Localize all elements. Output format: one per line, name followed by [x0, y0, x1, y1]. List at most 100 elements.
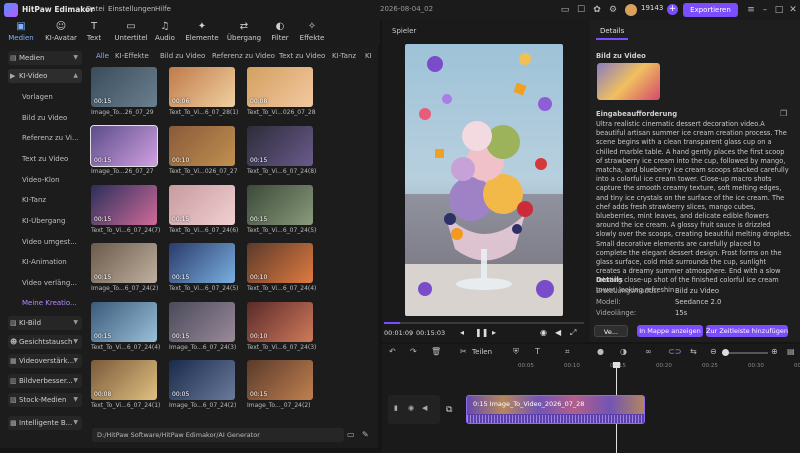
mic-icon[interactable]: ●: [597, 347, 604, 356]
filter-tab-ki-tanz[interactable]: KI-Tanz: [332, 52, 356, 60]
sidebar-item-intelligente[interactable]: ▩ Intelligente B... ▼: [8, 416, 82, 430]
media-thumbnail[interactable]: 00:15: [91, 302, 157, 342]
sidebar-sub-referenz[interactable]: Referenz zu Vi...: [22, 134, 80, 142]
prev-frame-icon[interactable]: ◂: [460, 328, 464, 337]
playhead-handle[interactable]: [613, 362, 620, 368]
fullscreen-icon[interactable]: ⤢: [570, 328, 576, 338]
media-thumbnail[interactable]: 00:15: [169, 185, 235, 225]
sidebar-sub-ki-uebergang[interactable]: KI-Übergang: [22, 217, 80, 225]
add-to-timeline-button[interactable]: Zur Zeitleiste hinzufügen: [706, 325, 788, 337]
magnet-icon[interactable]: ⊂⊃: [668, 347, 681, 356]
sidebar-sub-video-umgest[interactable]: Video umgest...: [22, 238, 80, 246]
track-add-icon[interactable]: ⧉: [446, 405, 452, 415]
sidebar-item-bildverbesserer[interactable]: ▥ Bildverbesser... ▼: [8, 374, 82, 388]
sidebar-item-medien[interactable]: ▤ Medien ▼: [8, 51, 82, 65]
close-icon[interactable]: ✕: [786, 3, 800, 17]
sidebar-sub-vorlagen[interactable]: Vorlagen: [22, 93, 80, 101]
menu-hilfe[interactable]: Hilfe: [155, 5, 171, 13]
video-action-button[interactable]: Ve...: [594, 325, 628, 337]
pause-icon[interactable]: ❚❚: [475, 328, 488, 337]
media-thumbnail[interactable]: 00:08: [91, 360, 157, 400]
screenshot-icon[interactable]: ◉: [540, 328, 547, 337]
sidebar-sub-video-klon[interactable]: Video-Klon: [22, 176, 80, 184]
zoom-in-icon[interactable]: ⊕: [771, 347, 778, 356]
sidebar-sub-text-zu-video[interactable]: Text zu Video: [22, 155, 80, 163]
next-frame-icon[interactable]: ▸: [492, 328, 496, 337]
track-mute-icon[interactable]: ◀: [422, 404, 427, 412]
sidebar-sub-video-verlaeng[interactable]: Video verläng...: [22, 279, 80, 287]
redo-icon[interactable]: ↷: [410, 347, 417, 356]
menu-datei[interactable]: Datei: [86, 5, 105, 13]
maximize-icon[interactable]: □: [772, 3, 786, 17]
tab-untertitel[interactable]: ▭ Untertitel: [111, 20, 151, 46]
sidebar-item-ki-bild[interactable]: ▧ KI-Bild ▼: [8, 316, 82, 330]
media-thumbnail[interactable]: 00:15: [91, 185, 157, 225]
media-thumbnail[interactable]: 00:15: [90, 125, 158, 167]
video-preview[interactable]: [405, 44, 563, 316]
media-thumbnail[interactable]: 00:15: [247, 185, 313, 225]
filter-tab-alle[interactable]: Alle: [96, 52, 109, 60]
add-credits-icon[interactable]: +: [667, 4, 678, 15]
tab-audio[interactable]: ♫ Audio: [150, 20, 180, 46]
track-lock-icon[interactable]: ▮: [394, 404, 398, 412]
media-thumbnail[interactable]: 00:10: [169, 126, 235, 166]
tab-filter[interactable]: ◐ Filter: [266, 20, 294, 46]
minimize-icon[interactable]: –: [758, 3, 772, 17]
media-thumbnail[interactable]: 00:15: [169, 302, 235, 342]
zoom-out-icon[interactable]: ⊖: [710, 347, 717, 356]
tab-uebergang[interactable]: ⇄ Übergang: [225, 20, 263, 46]
avatar[interactable]: [625, 4, 637, 16]
filter-tab-referenz[interactable]: Referenz zu Video: [212, 52, 275, 60]
sidebar-sub-bild-zu-video[interactable]: Bild zu Video: [22, 114, 80, 122]
media-thumbnail[interactable]: 00:05: [169, 360, 235, 400]
text-tool-icon[interactable]: T: [535, 347, 540, 356]
media-thumbnail[interactable]: 00:15: [247, 360, 313, 400]
chat-icon[interactable]: ☐: [574, 3, 588, 17]
media-thumbnail[interactable]: 00:15: [169, 243, 235, 283]
speed-icon[interactable]: ◑: [620, 347, 627, 356]
sidebar-sub-meine-kreationen[interactable]: Meine Kreatio...: [22, 299, 80, 307]
shield-icon[interactable]: ⛨: [513, 347, 519, 357]
menu-icon[interactable]: ≡: [744, 3, 758, 17]
undo-icon[interactable]: ↶: [389, 347, 396, 356]
track-visibility-icon[interactable]: ◉: [408, 404, 414, 412]
media-thumbnail[interactable]: 00:15: [91, 67, 157, 107]
filter-tab-text-zu-video[interactable]: Text zu Video: [279, 52, 325, 60]
sidebar-item-stock-medien[interactable]: ▨ Stock-Medien ▼: [8, 393, 82, 407]
filter-tab-bild-zu-video[interactable]: Bild zu Video: [160, 52, 205, 60]
tab-elemente[interactable]: ✦ Elemente: [183, 20, 221, 46]
sidebar-sub-ki-animation[interactable]: KI-Animation: [22, 258, 80, 266]
show-in-folder-button[interactable]: In Mappe anzeigen: [637, 325, 703, 337]
tab-details[interactable]: Details: [596, 24, 628, 40]
edit-path-icon[interactable]: ✎: [362, 430, 369, 439]
monitor-icon[interactable]: ▭: [558, 3, 572, 17]
sidebar-item-videoverstaerker[interactable]: ▦ Videoverstärk... ▼: [8, 354, 82, 368]
split-icon[interactable]: ✂: [460, 347, 467, 356]
tab-effekte[interactable]: ✧ Effekte: [296, 20, 328, 46]
media-thumbnail[interactable]: 00:15: [247, 126, 313, 166]
media-thumbnail[interactable]: 00:10: [247, 302, 313, 342]
export-button[interactable]: Exportieren: [683, 3, 738, 17]
snap-icon[interactable]: ⇆: [690, 347, 697, 356]
fit-icon[interactable]: ▤: [787, 347, 795, 356]
tab-ki-avatar[interactable]: ☺ KI-Avatar: [44, 20, 78, 46]
sidebar-item-ki-video[interactable]: ▶ KI-Video ▲: [8, 69, 82, 83]
player-progress-track[interactable]: [384, 322, 584, 324]
settings-icon[interactable]: ⚙: [606, 3, 620, 17]
split-label[interactable]: Teilen: [472, 348, 492, 356]
tab-medien[interactable]: ▣ Medien: [4, 20, 38, 46]
timeline-clip[interactable]: 0:15 Image_To_Video_2026_07_28: [466, 395, 645, 424]
delete-icon[interactable]: 🗑: [431, 347, 441, 356]
gift-icon[interactable]: ✿: [590, 3, 604, 17]
zoom-slider-handle[interactable]: [722, 349, 729, 356]
open-folder-icon[interactable]: ▭: [347, 430, 355, 439]
menu-einstellungen[interactable]: Einstellungen: [108, 5, 155, 13]
copy-icon[interactable]: ❐: [780, 109, 787, 118]
source-image-thumbnail[interactable]: [597, 63, 660, 100]
filter-tab-ki[interactable]: KI: [365, 52, 372, 60]
media-thumbnail[interactable]: 00:10: [247, 243, 313, 283]
zoom-slider[interactable]: [722, 349, 768, 356]
sidebar-item-gesichtstausch[interactable]: ☻ Gesichtstausch ▼: [8, 335, 82, 349]
sidebar-sub-ki-tanz[interactable]: KI-Tanz: [22, 196, 80, 204]
volume-icon[interactable]: ◀: [555, 328, 561, 337]
